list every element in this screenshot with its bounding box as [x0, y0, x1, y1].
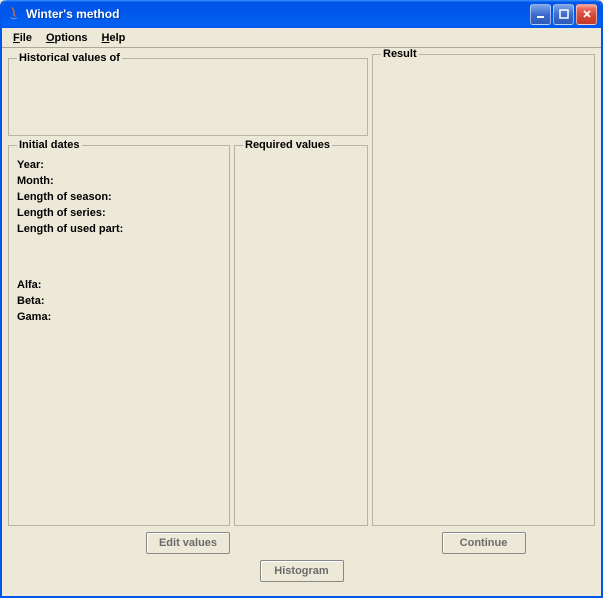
label-length-season: Length of season: — [17, 189, 221, 205]
window-title: Winter's method — [26, 7, 530, 21]
menu-file[interactable]: File — [6, 30, 39, 46]
app-window: Winter's method File Options Help Histor… — [0, 0, 603, 598]
label-length-series: Length of series: — [17, 205, 221, 221]
close-button[interactable] — [576, 4, 597, 25]
content-area: Historical values of Initial dates Year:… — [2, 48, 601, 596]
label-year: Year: — [17, 157, 221, 173]
window-controls — [530, 4, 597, 25]
continue-button[interactable]: Continue — [442, 532, 526, 554]
menu-options[interactable]: Options — [39, 30, 95, 46]
result-legend: Result — [381, 48, 419, 60]
required-values-legend: Required values — [243, 139, 332, 151]
initial-dates-group: Initial dates Year: Month: Length of sea… — [8, 139, 230, 526]
menu-help[interactable]: Help — [95, 30, 133, 46]
main-row: Initial dates Year: Month: Length of sea… — [8, 139, 595, 557]
left-inner-row: Initial dates Year: Month: Length of sea… — [8, 139, 368, 526]
label-length-used-part: Length of used part: — [17, 221, 221, 237]
label-month: Month: — [17, 173, 221, 189]
result-group: Result — [372, 48, 595, 526]
initial-dates-legend: Initial dates — [17, 139, 82, 151]
continue-row: Continue — [372, 529, 595, 557]
edit-values-button[interactable]: Edit values — [146, 532, 230, 554]
historical-values-group: Historical values of — [8, 52, 368, 136]
edit-values-row: Edit values — [8, 529, 368, 557]
maximize-button[interactable] — [553, 4, 574, 25]
label-alfa: Alfa: — [17, 277, 221, 293]
menubar: File Options Help — [2, 28, 601, 48]
left-column: Initial dates Year: Month: Length of sea… — [8, 139, 368, 557]
label-gama: Gama: — [17, 309, 221, 325]
bottom-row: Histogram — [8, 560, 595, 590]
titlebar[interactable]: Winter's method — [2, 0, 601, 28]
required-values-group: Required values — [234, 139, 368, 526]
label-beta: Beta: — [17, 293, 221, 309]
java-app-icon — [6, 6, 22, 22]
minimize-button[interactable] — [530, 4, 551, 25]
historical-values-legend: Historical values of — [17, 52, 122, 64]
histogram-button[interactable]: Histogram — [260, 560, 344, 582]
right-column: Result Continue — [372, 48, 595, 557]
spacer — [17, 237, 221, 277]
